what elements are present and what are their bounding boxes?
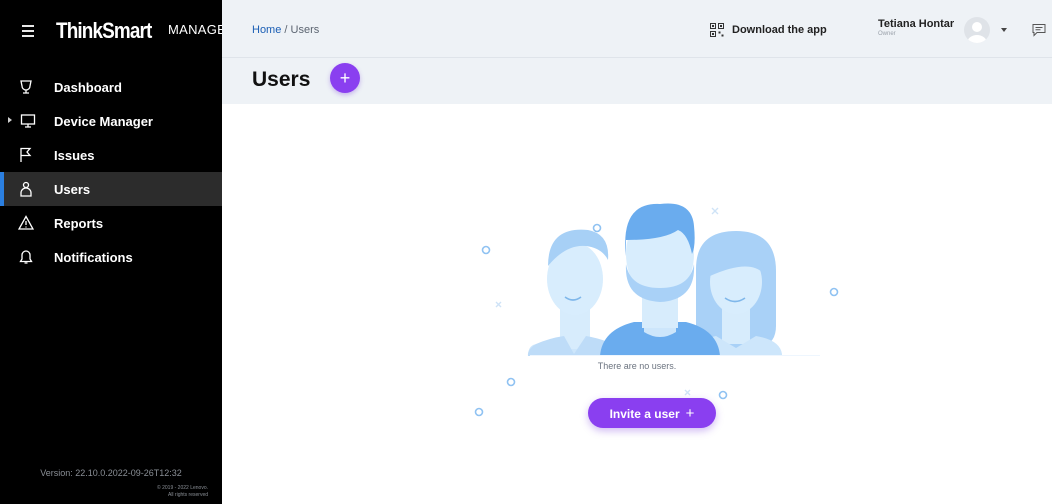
bell-icon: [19, 250, 33, 264]
empty-state-message: There are no users.: [597, 361, 677, 371]
expand-caret-icon[interactable]: [8, 117, 12, 123]
sidebar: ThinkSmart MANAGER Dashboard Device Mana…: [0, 0, 236, 504]
chat-icon[interactable]: [1032, 23, 1046, 37]
user-info[interactable]: Tetiana Hontar Owner: [878, 18, 954, 37]
sidebar-item-dashboard[interactable]: Dashboard: [0, 70, 222, 104]
sidebar-item-label: Users: [54, 181, 91, 197]
page-title: Users: [252, 68, 311, 91]
logo[interactable]: ThinkSmart MANAGER: [56, 18, 236, 48]
add-user-button[interactable]: +: [330, 63, 360, 93]
invite-user-button[interactable]: Invite a user +: [588, 398, 716, 428]
copyright-text: © 2019 - 2022 Lenovo. All rights reserve…: [157, 485, 208, 499]
invite-user-label: Invite a user: [609, 406, 680, 421]
version-text: Version: 22.10.0.2022-09-26T12:32: [40, 468, 182, 478]
avatar-placeholder-icon: [967, 22, 987, 43]
sidebar-item-notifications[interactable]: Notifications: [0, 240, 222, 274]
sidebar-item-label: Notifications: [54, 249, 133, 265]
breadcrumb: Home / Users: [252, 24, 319, 36]
warning-icon: [18, 215, 34, 230]
avatar[interactable]: [964, 17, 990, 43]
main-content: There are no users. Invite a user +: [222, 104, 1052, 504]
breadcrumb-home-link[interactable]: Home: [252, 24, 281, 36]
sidebar-item-reports[interactable]: Reports: [0, 206, 222, 240]
sidebar-nav: Dashboard Device Manager Issues Users Re…: [0, 70, 222, 274]
logo-main-text: ThinkSmart: [56, 18, 152, 43]
breadcrumb-separator: /: [281, 24, 291, 36]
user-icon: [20, 181, 32, 197]
qr-code-icon: [710, 23, 724, 37]
hamburger-icon[interactable]: [22, 25, 34, 37]
monitor-icon: [20, 114, 36, 128]
trophy-icon: [20, 80, 32, 94]
plus-icon: +: [685, 404, 695, 422]
breadcrumb-current: Users: [290, 24, 320, 36]
sidebar-item-issues[interactable]: Issues: [0, 138, 222, 172]
sidebar-item-label: Reports: [54, 215, 104, 231]
sidebar-item-label: Device Manager: [54, 113, 153, 129]
download-app-label: Download the app: [732, 24, 827, 36]
sidebar-item-users[interactable]: Users: [0, 172, 222, 206]
chevron-down-icon[interactable]: [1001, 28, 1007, 32]
app-root: ThinkSmart MANAGER Dashboard Device Mana…: [0, 0, 1052, 504]
flag-icon: [20, 147, 32, 162]
brand-area: ThinkSmart MANAGER: [0, 0, 236, 66]
sidebar-item-label: Dashboard: [54, 79, 122, 95]
top-bar: Home / Users Download the app Tetiana Ho…: [222, 0, 1052, 58]
user-name: Tetiana Hontar: [878, 18, 955, 30]
copyright-line: All rights reserved: [167, 492, 208, 498]
download-app-button[interactable]: Download the app: [710, 20, 827, 40]
sidebar-item-device-manager[interactable]: Device Manager: [0, 104, 222, 138]
sidebar-item-label: Issues: [54, 147, 95, 163]
user-role: Owner: [878, 31, 896, 37]
copyright-line: © 2019 - 2022 Lenovo.: [157, 485, 208, 491]
